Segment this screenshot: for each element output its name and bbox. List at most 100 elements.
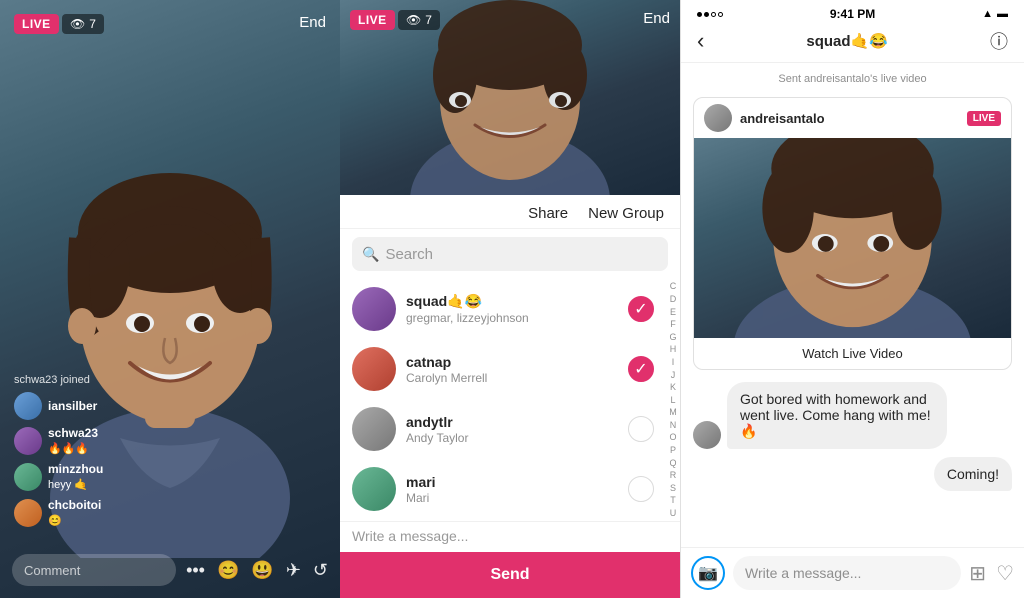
alpha-l[interactable]: L — [670, 394, 675, 407]
preview-live-badge: LIVE — [350, 10, 395, 30]
search-icon: 🔍 — [362, 246, 379, 263]
live-card-username: andreisantalo — [740, 111, 959, 126]
ios-status-bar: 9:41 PM ▲ ▬ — [681, 0, 1024, 24]
battery-icon: ▬ — [997, 8, 1008, 20]
contact-check[interactable]: ✓ — [628, 356, 654, 382]
card-silhouette — [694, 138, 1011, 338]
message-input-area[interactable]: Write a message... — [340, 521, 680, 552]
comment-item: iansilber — [14, 392, 103, 420]
camera-button[interactable]: 📷 — [691, 556, 725, 590]
live-stream-panel: LIVE 👁 7 End schwa23 joined iansilber sc… — [0, 0, 340, 598]
alpha-m[interactable]: M — [669, 406, 677, 419]
search-bar[interactable]: 🔍 Search — [352, 237, 668, 271]
alpha-g[interactable]: G — [669, 331, 676, 344]
alpha-o[interactable]: O — [669, 431, 676, 444]
replay-icon[interactable]: ↺ — [313, 560, 328, 581]
share-video-preview: LIVE 👁 7 End — [340, 0, 680, 195]
face-icon[interactable]: 😃 — [251, 560, 273, 581]
commenter-avatar — [14, 392, 42, 420]
commenter-avatar — [14, 463, 42, 491]
alpha-r[interactable]: R — [670, 469, 677, 482]
contact-item-mari[interactable]: mari Mari — [340, 459, 666, 519]
chat-body: Sent andreisantalo's live video andreisa… — [681, 63, 1024, 547]
signal-indicator — [697, 12, 723, 17]
join-message: schwa23 joined — [14, 374, 103, 386]
live-card-image — [694, 138, 1011, 338]
alphabet-sidebar[interactable]: A B C D E F G H I J K L M N O P Q R S T … — [666, 279, 680, 521]
contact-name: catnap — [406, 354, 618, 370]
bubble-right: Coming! — [934, 457, 1012, 491]
alpha-q[interactable]: Q — [669, 457, 676, 470]
info-button[interactable]: ⓘ — [990, 28, 1008, 54]
share-option[interactable]: Share — [528, 205, 568, 222]
contact-item-andytlr[interactable]: andytlr Andy Taylor — [340, 399, 666, 459]
alpha-d[interactable]: D — [670, 293, 677, 306]
chat-title: squad🤙😂 — [806, 32, 888, 50]
heart-icon[interactable]: ♡ — [996, 561, 1014, 586]
contact-item-squad[interactable]: squad🤙😂 gregmar, lizzeyjohnson ✓ — [340, 279, 666, 339]
send-icon[interactable]: ✈ — [286, 560, 301, 581]
message-input[interactable]: Write a message... — [733, 556, 961, 590]
bottom-bar: Comment ••• 😊 😃 ✈ ↺ — [0, 542, 340, 598]
contact-sub: gregmar, lizzeyjohnson — [406, 311, 618, 325]
alpha-u[interactable]: U — [670, 507, 677, 520]
alpha-j[interactable]: J — [671, 369, 676, 382]
gallery-icon[interactable]: ⊞ — [969, 561, 986, 586]
wifi-icon: ▲ — [982, 8, 993, 20]
emoji-icon[interactable]: 😊 — [217, 560, 239, 581]
contact-avatar — [352, 407, 396, 451]
contact-sub: Andy Taylor — [406, 431, 618, 445]
live-badge: LIVE — [14, 14, 59, 34]
message-input[interactable]: Write a message... — [352, 528, 468, 544]
contact-name: squad🤙😂 — [406, 293, 618, 310]
alpha-k[interactable]: K — [670, 381, 676, 394]
alpha-s[interactable]: S — [670, 482, 676, 495]
bubble-left: Got bored with homework and went live. C… — [727, 382, 947, 449]
more-icon[interactable]: ••• — [186, 560, 205, 581]
contacts-list: squad🤙😂 gregmar, lizzeyjohnson ✓ catnap … — [340, 279, 666, 521]
live-card-badge: LIVE — [967, 111, 1001, 126]
contact-check[interactable] — [628, 476, 654, 502]
search-input[interactable]: Search — [385, 246, 433, 263]
comment-input[interactable]: Comment — [12, 554, 176, 586]
contact-item-justinaguilar[interactable]: justinaguilar Justin Aguilar — [340, 519, 666, 521]
signal-dot4 — [718, 12, 723, 17]
preview-viewer-count: 👁 7 — [398, 10, 440, 30]
contact-check[interactable]: ✓ — [628, 296, 654, 322]
eye-icon-preview: 👁 — [406, 13, 421, 27]
send-button[interactable]: Send — [340, 552, 680, 598]
alpha-c[interactable]: C — [670, 280, 677, 293]
comments-overlay: schwa23 joined iansilber schwa23 🔥🔥🔥 min… — [14, 374, 103, 528]
alpha-n[interactable]: N — [670, 419, 677, 432]
viewer-count: 👁 7 — [62, 14, 104, 34]
commenter-avatar — [14, 427, 42, 455]
live-video-card[interactable]: andreisantalo LIVE — [693, 97, 1012, 370]
dm-chat-panel: 9:41 PM ▲ ▬ ‹ squad🤙😂 ⓘ Sent andreisanta… — [680, 0, 1024, 598]
new-group-option[interactable]: New Group — [588, 205, 664, 222]
contacts-area: squad🤙😂 gregmar, lizzeyjohnson ✓ catnap … — [340, 279, 680, 521]
contact-name: mari — [406, 474, 618, 490]
alpha-h[interactable]: H — [670, 343, 677, 356]
alpha-f[interactable]: F — [670, 318, 676, 331]
alpha-t[interactable]: T — [670, 494, 676, 507]
back-button[interactable]: ‹ — [697, 28, 704, 54]
contact-item-catnap[interactable]: catnap Carolyn Merrell ✓ — [340, 339, 666, 399]
comment-item: schwa23 🔥🔥🔥 — [14, 426, 103, 456]
chat-input-bar: 📷 Write a message... ⊞ ♡ — [681, 547, 1024, 598]
contact-name: andytlr — [406, 414, 618, 430]
comment-item: minzzhou heyy 🤙 — [14, 462, 103, 492]
status-icons: ▲ ▬ — [982, 8, 1008, 20]
contact-avatar — [352, 287, 396, 331]
alpha-p[interactable]: P — [670, 444, 676, 457]
watch-live-label[interactable]: Watch Live Video — [694, 338, 1011, 369]
contact-avatar — [352, 347, 396, 391]
contact-check[interactable] — [628, 416, 654, 442]
alpha-e[interactable]: E — [670, 306, 676, 319]
contact-sub: Carolyn Merrell — [406, 371, 618, 385]
preview-end-button[interactable]: End — [643, 10, 670, 27]
alpha-i[interactable]: I — [672, 356, 675, 369]
eye-icon: 👁 — [70, 17, 85, 31]
alpha-v[interactable]: V — [670, 520, 676, 521]
contact-avatar — [352, 467, 396, 511]
end-button[interactable]: End — [299, 14, 326, 31]
